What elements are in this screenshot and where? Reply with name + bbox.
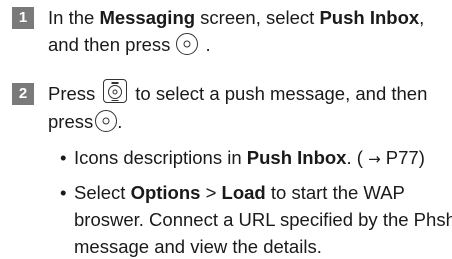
step-2-text: Press to select a push message, and then … bbox=[48, 79, 446, 134]
step-2: 2 Press to select a push message, and the… bbox=[12, 79, 446, 134]
menu-name-push-inbox: Push Inbox bbox=[319, 7, 420, 28]
text-segment: press bbox=[48, 111, 94, 133]
text-segment: screen, select bbox=[195, 7, 320, 28]
step-1: 1 In the Messaging screen, select Push I… bbox=[12, 6, 446, 57]
text-segment: > bbox=[200, 182, 222, 203]
step-1-line-1: In the Messaging screen, select Push Inb… bbox=[48, 6, 446, 30]
page-reference: P77) bbox=[385, 147, 425, 168]
menu-name-options: Options bbox=[130, 182, 201, 203]
center-key-icon bbox=[176, 33, 199, 56]
center-key-icon bbox=[95, 110, 118, 133]
bullet-line: broswer. Connect a URL specified by the … bbox=[74, 209, 452, 230]
text-segment: . bbox=[205, 34, 211, 55]
text-segment: Icons descriptions in bbox=[74, 147, 247, 168]
text-segment: . ( bbox=[346, 147, 363, 168]
text-segment: . bbox=[117, 111, 123, 133]
step-2-line-2: press. bbox=[48, 110, 446, 134]
notes-list: Icons descriptions in Push Inbox. ( → P7… bbox=[60, 146, 452, 259]
bullet-line: message and view the details. bbox=[74, 236, 322, 257]
text-segment: to select a push message, and then bbox=[135, 83, 428, 104]
step-2-line-1: Press to select a push message, and then bbox=[48, 79, 446, 107]
text-segment: , bbox=[419, 7, 425, 28]
menu-name-push-inbox: Push Inbox bbox=[246, 147, 347, 168]
list-item: Icons descriptions in Push Inbox. ( → P7… bbox=[60, 146, 446, 171]
navigation-key-icon bbox=[103, 79, 128, 104]
text-segment: In the bbox=[48, 7, 100, 28]
step-1-line-2: and then press . bbox=[48, 33, 446, 57]
step-number-badge: 2 bbox=[12, 83, 34, 105]
step-number-badge: 1 bbox=[12, 7, 34, 29]
menu-name-messaging: Messaging bbox=[99, 7, 196, 28]
list-item: Select Options > Load to start the WAP b… bbox=[60, 181, 452, 259]
menu-name-load: Load bbox=[221, 182, 266, 203]
arrow-right-icon: → bbox=[368, 150, 381, 168]
bullet-line: Select Options > Load to start the WAP bbox=[74, 181, 446, 205]
text-segment: Press bbox=[48, 83, 96, 104]
text-segment: Select bbox=[74, 182, 131, 203]
text-segment: and then press bbox=[48, 34, 171, 55]
step-1-text: In the Messaging screen, select Push Inb… bbox=[48, 6, 446, 57]
text-segment: to start the WAP bbox=[265, 182, 405, 203]
